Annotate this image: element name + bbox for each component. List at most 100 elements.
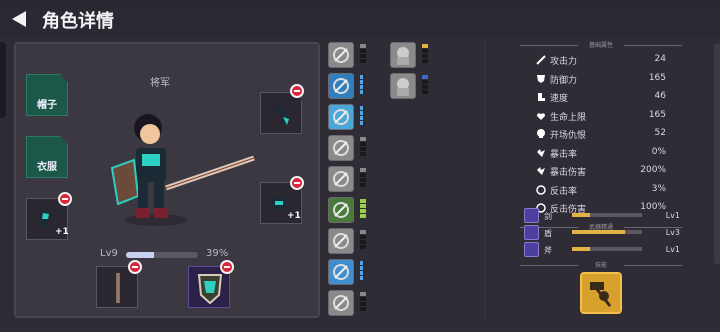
stat-row: 防御力 165 <box>536 72 666 87</box>
skull-icon <box>537 129 545 138</box>
plus-badge: +1 <box>55 227 69 237</box>
sword-skill-icon[interactable] <box>328 42 354 68</box>
stat-value: 52 <box>654 128 666 138</box>
unequip-button[interactable] <box>220 260 234 274</box>
stat-row: 速度 46 <box>536 90 666 105</box>
stats-panel: 基础属性 攻击力 24 防御力 165 速度 46 生命上限 165 开场仇恨 52 暴击率 0% 暴击… <box>516 40 686 322</box>
skill-level-pips <box>360 168 368 190</box>
level-label: Lv9 <box>100 248 118 259</box>
skill-level-pips <box>360 199 368 221</box>
weapon-mastery-bar <box>572 247 642 251</box>
top-bar: 角色详情 <box>0 0 720 38</box>
weapon-mastery-fill <box>572 230 625 234</box>
weapon-level: Lv1 <box>665 211 680 220</box>
weapon-name: 斧 <box>544 246 552 255</box>
character-panel: 帽子 衣服 +1 将军 +1 Lv9 39% <box>14 42 320 318</box>
frost-skill-icon[interactable] <box>328 104 354 130</box>
stat-value: 0% <box>651 146 666 157</box>
stat-row: 暴击伤害 200% <box>536 164 666 179</box>
stat-name: 速度 <box>550 94 569 104</box>
plus-badge: +1 <box>287 211 301 221</box>
skill-level-pips <box>360 292 368 314</box>
hat-slot-label: 帽子 <box>37 100 57 111</box>
stat-name: 反击率 <box>550 186 578 197</box>
base-stats-header: 基础属性 <box>516 40 686 50</box>
level-progress-fill <box>126 252 155 258</box>
weapon-mastery-row: 盾 Lv3 <box>524 225 680 241</box>
weapon-mastery-row: 剑 Lv1 <box>524 208 680 224</box>
weapon-name: 盾 <box>544 229 552 238</box>
weapon-mastery-fill <box>572 213 590 217</box>
compass-skill-icon[interactable] <box>328 290 354 316</box>
stat-row: 暴击率 0% <box>536 146 666 161</box>
weapon-mastery-row: 斧 Lv1 <box>524 242 680 258</box>
weapon-type-icon <box>524 208 539 223</box>
level-progress-text: 39% <box>206 248 229 259</box>
character-sprite <box>110 114 255 226</box>
crit-icon <box>537 148 545 157</box>
unequip-button[interactable] <box>290 84 304 98</box>
stat-name: 防御力 <box>550 75 578 86</box>
stat-value: 200% <box>640 165 666 175</box>
rank-label: 将军 <box>150 78 170 89</box>
stat-row: 开场仇恨 52 <box>536 127 666 142</box>
claw-icon <box>273 105 289 125</box>
warrior-skill-icon[interactable] <box>328 73 354 99</box>
stat-value: 3% <box>651 183 666 194</box>
level-progress-bar <box>126 252 198 258</box>
stat-row: 生命上限 165 <box>536 109 666 124</box>
unequip-button[interactable] <box>128 260 142 274</box>
weapon-mastery-fill <box>572 247 590 251</box>
hat-slot[interactable]: 帽子 <box>26 74 68 116</box>
rune-skill-icon[interactable] <box>328 135 354 161</box>
clothes-slot-label: 衣服 <box>37 162 57 173</box>
weapon-level: Lv1 <box>665 245 680 254</box>
unequip-button[interactable] <box>58 192 72 206</box>
panel-divider <box>484 40 485 320</box>
stat-value: 46 <box>654 91 666 101</box>
skill-level-pips <box>360 230 368 252</box>
nature-skill-icon[interactable] <box>328 197 354 223</box>
right-drawer-tab[interactable] <box>714 44 720 264</box>
side-drawer-tab[interactable] <box>0 42 6 118</box>
skill-level-pips <box>360 75 368 97</box>
skill-level-pips <box>360 137 368 159</box>
level-row: Lv9 39% <box>100 248 240 262</box>
shadow-skill-icon[interactable] <box>390 42 416 68</box>
stat-row: 攻击力 24 <box>536 53 666 68</box>
stat-name: 攻击力 <box>550 57 578 67</box>
weapon-name: 剑 <box>544 212 552 221</box>
clothes-slot[interactable]: 衣服 <box>26 136 68 178</box>
weapon-level: Lv3 <box>665 228 680 237</box>
shield-icon <box>537 74 545 83</box>
skill-level-pips <box>422 75 430 97</box>
wing-skill-icon[interactable] <box>328 259 354 285</box>
active-skill-card[interactable] <box>580 272 622 314</box>
counter-icon <box>536 184 546 195</box>
stat-name: 开场仇恨 <box>550 131 587 141</box>
crit-damage-icon <box>537 167 545 175</box>
hammer-skill-icon <box>582 274 620 312</box>
stat-name: 生命上限 <box>550 112 587 123</box>
amulet-slot[interactable] <box>260 92 302 134</box>
skill-level-pips <box>360 44 368 66</box>
heart-icon <box>537 112 545 120</box>
stat-value: 165 <box>648 109 666 120</box>
page-title: 角色详情 <box>42 11 114 32</box>
stat-row: 反击率 3% <box>536 183 666 198</box>
skill-level-pips <box>360 106 368 128</box>
weapon-type-icon <box>524 225 539 240</box>
skill-header: 技能 <box>516 260 686 270</box>
beast-skill-icon[interactable] <box>328 228 354 254</box>
unequip-button[interactable] <box>290 176 304 190</box>
skill-level-pips <box>360 261 368 283</box>
weapon-type-icon <box>524 242 539 257</box>
weapon-mastery-bar <box>572 230 642 234</box>
staff-skill-icon[interactable] <box>328 166 354 192</box>
stat-name: 暴击伤害 <box>550 168 587 178</box>
weapon-mastery-bar <box>572 213 642 217</box>
stat-value: 24 <box>654 54 666 64</box>
back-arrow-icon[interactable] <box>10 9 32 29</box>
boot-icon <box>538 93 545 101</box>
spirit-skill-icon[interactable] <box>390 73 416 99</box>
